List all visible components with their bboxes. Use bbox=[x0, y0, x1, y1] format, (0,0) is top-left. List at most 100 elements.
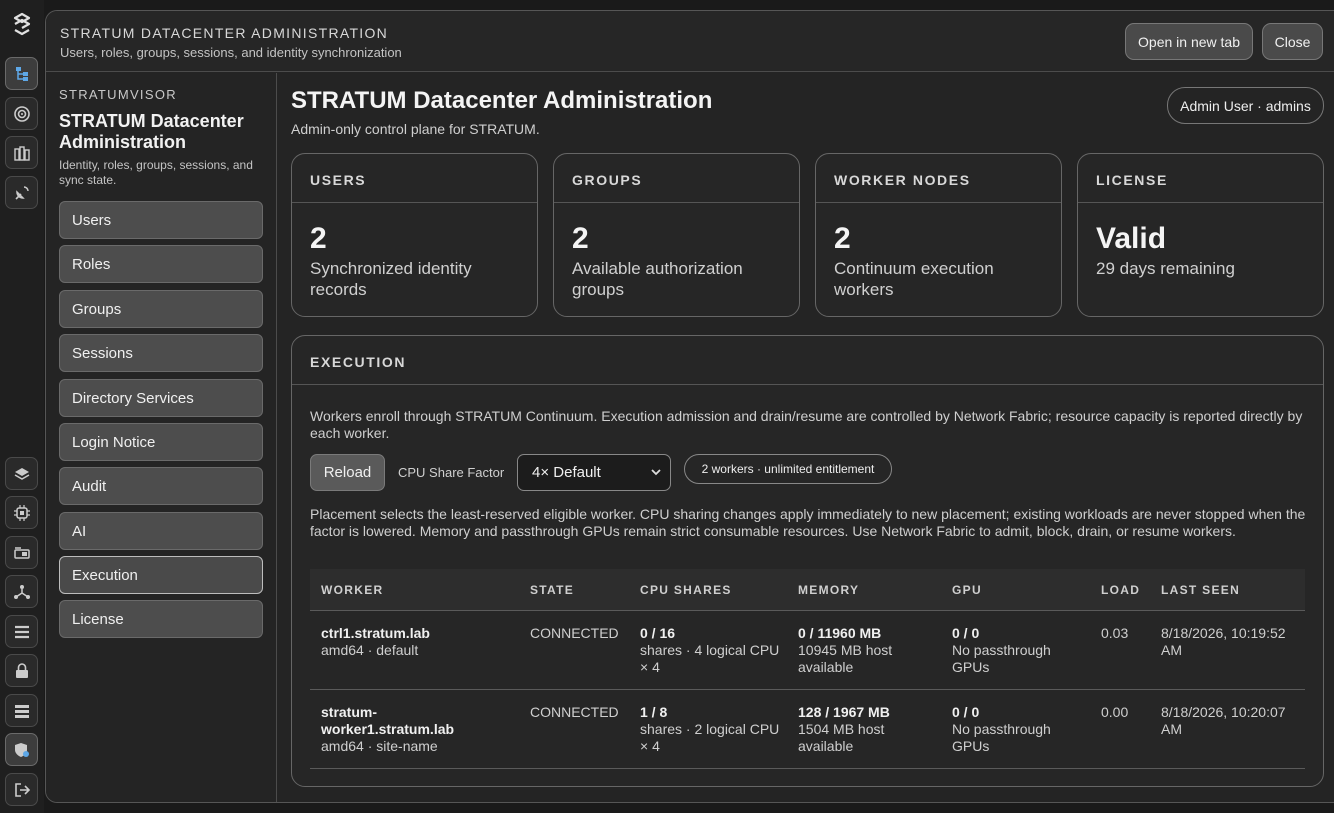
sidebar-item-roles[interactable]: Roles bbox=[59, 245, 263, 283]
last-seen-cell: 8/18/2026, 10:20:07 AM bbox=[1161, 704, 1286, 737]
target-icon[interactable] bbox=[5, 97, 38, 130]
memory-detail: 10945 MB host available bbox=[798, 642, 893, 675]
logout-icon[interactable] bbox=[5, 773, 38, 806]
cpu-share-factor-select[interactable]: 4× Default bbox=[517, 454, 671, 491]
table-header: WORKER STATE CPU SHARES MEMORY GPU LOAD … bbox=[310, 569, 1305, 611]
column-header[interactable]: MEMORY bbox=[798, 583, 928, 597]
main-content: STRATUM Datacenter Administration Admin-… bbox=[278, 73, 1334, 802]
lock-icon[interactable] bbox=[5, 654, 38, 687]
gpu-cell: 0 / 0 No passthrough GPUs bbox=[952, 704, 1082, 755]
license-card: LICENSE Valid 29 days remaining bbox=[1077, 153, 1324, 317]
reload-button[interactable]: Reload bbox=[310, 454, 385, 491]
card-value: 2 bbox=[572, 222, 589, 255]
cpu-detail: shares · 2 logical CPU × 4 bbox=[640, 721, 780, 754]
card-value: 2 bbox=[834, 222, 851, 255]
worker-arch: amd64 · default bbox=[321, 642, 419, 658]
worker-name: stratum-worker1.stratum.lab bbox=[321, 704, 455, 737]
table-row[interactable]: ctrl1.stratum.lab amd64 · default CONNECT… bbox=[310, 611, 1305, 690]
table-row[interactable]: stratum-worker1.stratum.lab amd64 · site-… bbox=[310, 690, 1305, 769]
sidebar-item-execution[interactable]: Execution bbox=[59, 556, 263, 594]
memory-cell: 128 / 1967 MB 1504 MB host available bbox=[798, 704, 928, 755]
workers-table: WORKER STATE CPU SHARES MEMORY GPU LOAD … bbox=[310, 569, 1305, 769]
network-icon[interactable] bbox=[5, 575, 38, 608]
datacenter-icon[interactable] bbox=[5, 136, 38, 169]
open-new-tab-button[interactable]: Open in new tab bbox=[1125, 23, 1253, 60]
sidebar-item-audit[interactable]: Audit bbox=[59, 467, 263, 505]
sidebar-item-users[interactable]: Users bbox=[59, 201, 263, 239]
column-header[interactable]: WORKER bbox=[321, 583, 501, 597]
admin-shield-icon[interactable] bbox=[5, 733, 38, 766]
card-description: Available authorization groups bbox=[572, 259, 743, 299]
card-description: Continuum execution workers bbox=[834, 259, 994, 299]
memory-cell: 0 / 11960 MB 10945 MB host available bbox=[798, 625, 928, 676]
execution-intro: Workers enroll through STRATUM Continuum… bbox=[310, 408, 1303, 441]
state-cell: CONNECTED bbox=[530, 704, 619, 720]
card-heading: LICENSE bbox=[1078, 154, 1323, 203]
close-button[interactable]: Close bbox=[1262, 23, 1323, 60]
column-header[interactable]: GPU bbox=[952, 583, 1082, 597]
storage-icon[interactable] bbox=[5, 536, 38, 569]
placement-note: Placement selects the least-reserved eli… bbox=[310, 506, 1306, 539]
admin-window: STRATUM DATACENTER ADMINISTRATION Users,… bbox=[45, 10, 1334, 803]
sidebar-title: STRATUM Datacenter Administration bbox=[59, 111, 244, 152]
execution-panel: EXECUTION Workers enroll through STRATUM… bbox=[291, 335, 1324, 787]
sidebar-item-groups[interactable]: Groups bbox=[59, 290, 263, 328]
user-badge[interactable]: Admin User · admins bbox=[1167, 87, 1324, 124]
column-header[interactable]: LOAD bbox=[1101, 583, 1140, 597]
topology-icon[interactable] bbox=[5, 57, 38, 90]
worker-cell: stratum-worker1.stratum.lab amd64 · site-… bbox=[321, 704, 491, 755]
sidebar-item-sessions[interactable]: Sessions bbox=[59, 334, 263, 372]
last-seen-cell: 8/18/2026, 10:19:52 AM bbox=[1161, 625, 1286, 658]
cpu-icon[interactable] bbox=[5, 496, 38, 529]
load-cell: 0.03 bbox=[1101, 625, 1129, 641]
memory-usage: 128 / 1967 MB bbox=[798, 704, 890, 720]
list-icon[interactable] bbox=[5, 615, 38, 648]
memory-detail: 1504 MB host available bbox=[798, 721, 885, 754]
worker-nodes-card: WORKER NODES 2 Continuum execution worke… bbox=[815, 153, 1062, 317]
gpu-usage: 0 / 0 bbox=[952, 704, 980, 720]
state-cell: CONNECTED bbox=[530, 625, 619, 641]
load-cell: 0.00 bbox=[1101, 704, 1129, 720]
window-subtitle: Users, roles, groups, sessions, and iden… bbox=[60, 45, 402, 60]
groups-card: GROUPS 2 Available authorization groups bbox=[553, 153, 800, 317]
window-title: STRATUM DATACENTER ADMINISTRATION bbox=[60, 25, 389, 41]
cpu-share-factor-label: CPU Share Factor bbox=[398, 465, 505, 480]
gpu-detail: No passthrough GPUs bbox=[952, 642, 1051, 675]
worker-arch: amd64 · site-name bbox=[321, 738, 438, 754]
icon-rail bbox=[0, 0, 44, 813]
gpu-cell: 0 / 0 No passthrough GPUs bbox=[952, 625, 1082, 676]
worker-name: ctrl1.stratum.lab bbox=[321, 625, 430, 641]
sidebar-item-ai[interactable]: AI bbox=[59, 512, 263, 550]
column-header[interactable]: LAST SEEN bbox=[1161, 583, 1301, 597]
stratum-logo-icon[interactable] bbox=[8, 10, 36, 38]
layers-icon[interactable] bbox=[5, 457, 38, 490]
card-value: 2 bbox=[310, 222, 327, 255]
cpu-share-factor-value: 4× Default bbox=[532, 464, 601, 481]
sidebar-eyebrow: STRATUMVISOR bbox=[59, 87, 177, 102]
satellite-icon[interactable] bbox=[5, 176, 38, 209]
cpu-cell: 0 / 16 shares · 4 logical CPU × 4 bbox=[640, 625, 780, 676]
cpu-detail: shares · 4 logical CPU × 4 bbox=[640, 642, 780, 675]
execution-heading: EXECUTION bbox=[292, 336, 1323, 385]
card-value: Valid bbox=[1096, 222, 1167, 255]
card-heading: WORKER NODES bbox=[816, 154, 1061, 203]
cpu-cell: 1 / 8 shares · 2 logical CPU × 4 bbox=[640, 704, 780, 755]
cpu-shares: 0 / 16 bbox=[640, 625, 676, 641]
sidebar-item-login-notice[interactable]: Login Notice bbox=[59, 423, 263, 461]
card-description: 29 days remaining bbox=[1096, 259, 1235, 278]
column-header[interactable]: CPU SHARES bbox=[640, 583, 780, 597]
page-subtitle: Admin-only control plane for STRATUM. bbox=[291, 121, 540, 137]
workers-entitlement-badge: 2 workers · unlimited entitlement bbox=[684, 454, 892, 484]
column-header[interactable]: STATE bbox=[530, 583, 574, 597]
card-heading: GROUPS bbox=[554, 154, 799, 203]
server-list-icon[interactable] bbox=[5, 694, 38, 727]
card-description: Synchronized identity records bbox=[310, 259, 472, 299]
sidebar: STRATUMVISOR STRATUM Datacenter Administ… bbox=[46, 73, 277, 802]
sidebar-item-directory-services[interactable]: Directory Services bbox=[59, 379, 263, 417]
gpu-detail: No passthrough GPUs bbox=[952, 721, 1051, 754]
sidebar-item-license[interactable]: License bbox=[59, 600, 263, 638]
sidebar-description: Identity, roles, groups, sessions, and s… bbox=[59, 158, 253, 187]
chevron-down-icon bbox=[651, 469, 661, 476]
memory-usage: 0 / 11960 MB bbox=[798, 625, 882, 641]
page-title: STRATUM Datacenter Administration bbox=[291, 87, 713, 114]
